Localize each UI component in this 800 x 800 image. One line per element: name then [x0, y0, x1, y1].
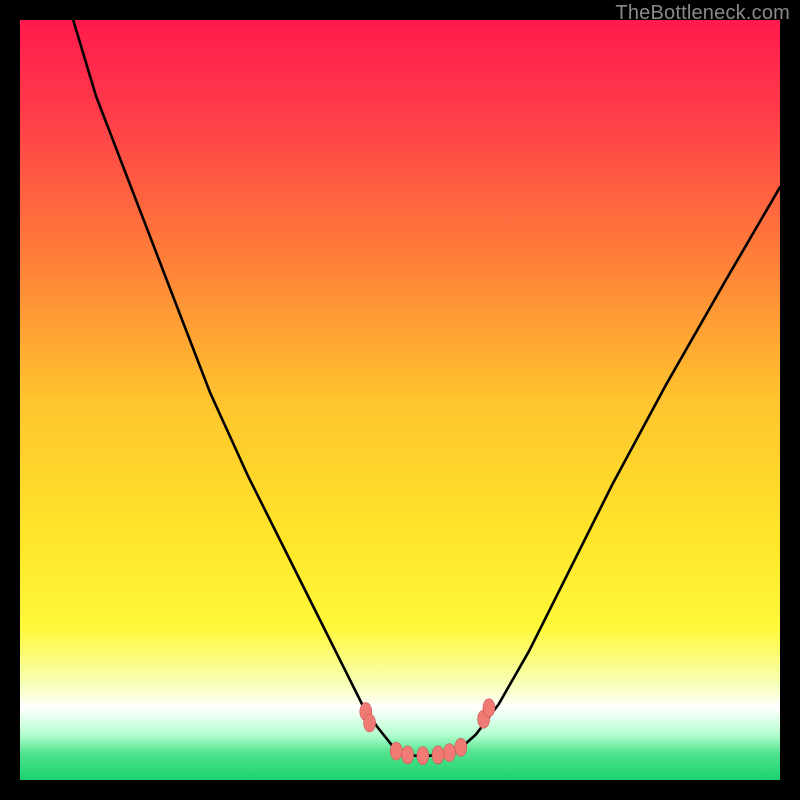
curve-marker	[443, 744, 455, 762]
curve-marker	[402, 746, 414, 764]
chart-plot-area	[20, 20, 780, 780]
curve-marker	[483, 699, 495, 717]
chart-frame: TheBottleneck.com	[0, 0, 800, 800]
curve-marker	[432, 746, 444, 764]
curve-marker	[390, 742, 402, 760]
curve-marker	[417, 747, 429, 765]
curve-marker	[455, 738, 467, 756]
curve-marker	[364, 714, 376, 732]
gradient-background	[20, 20, 780, 780]
chart-svg	[20, 20, 780, 780]
watermark-text: TheBottleneck.com	[615, 2, 790, 25]
